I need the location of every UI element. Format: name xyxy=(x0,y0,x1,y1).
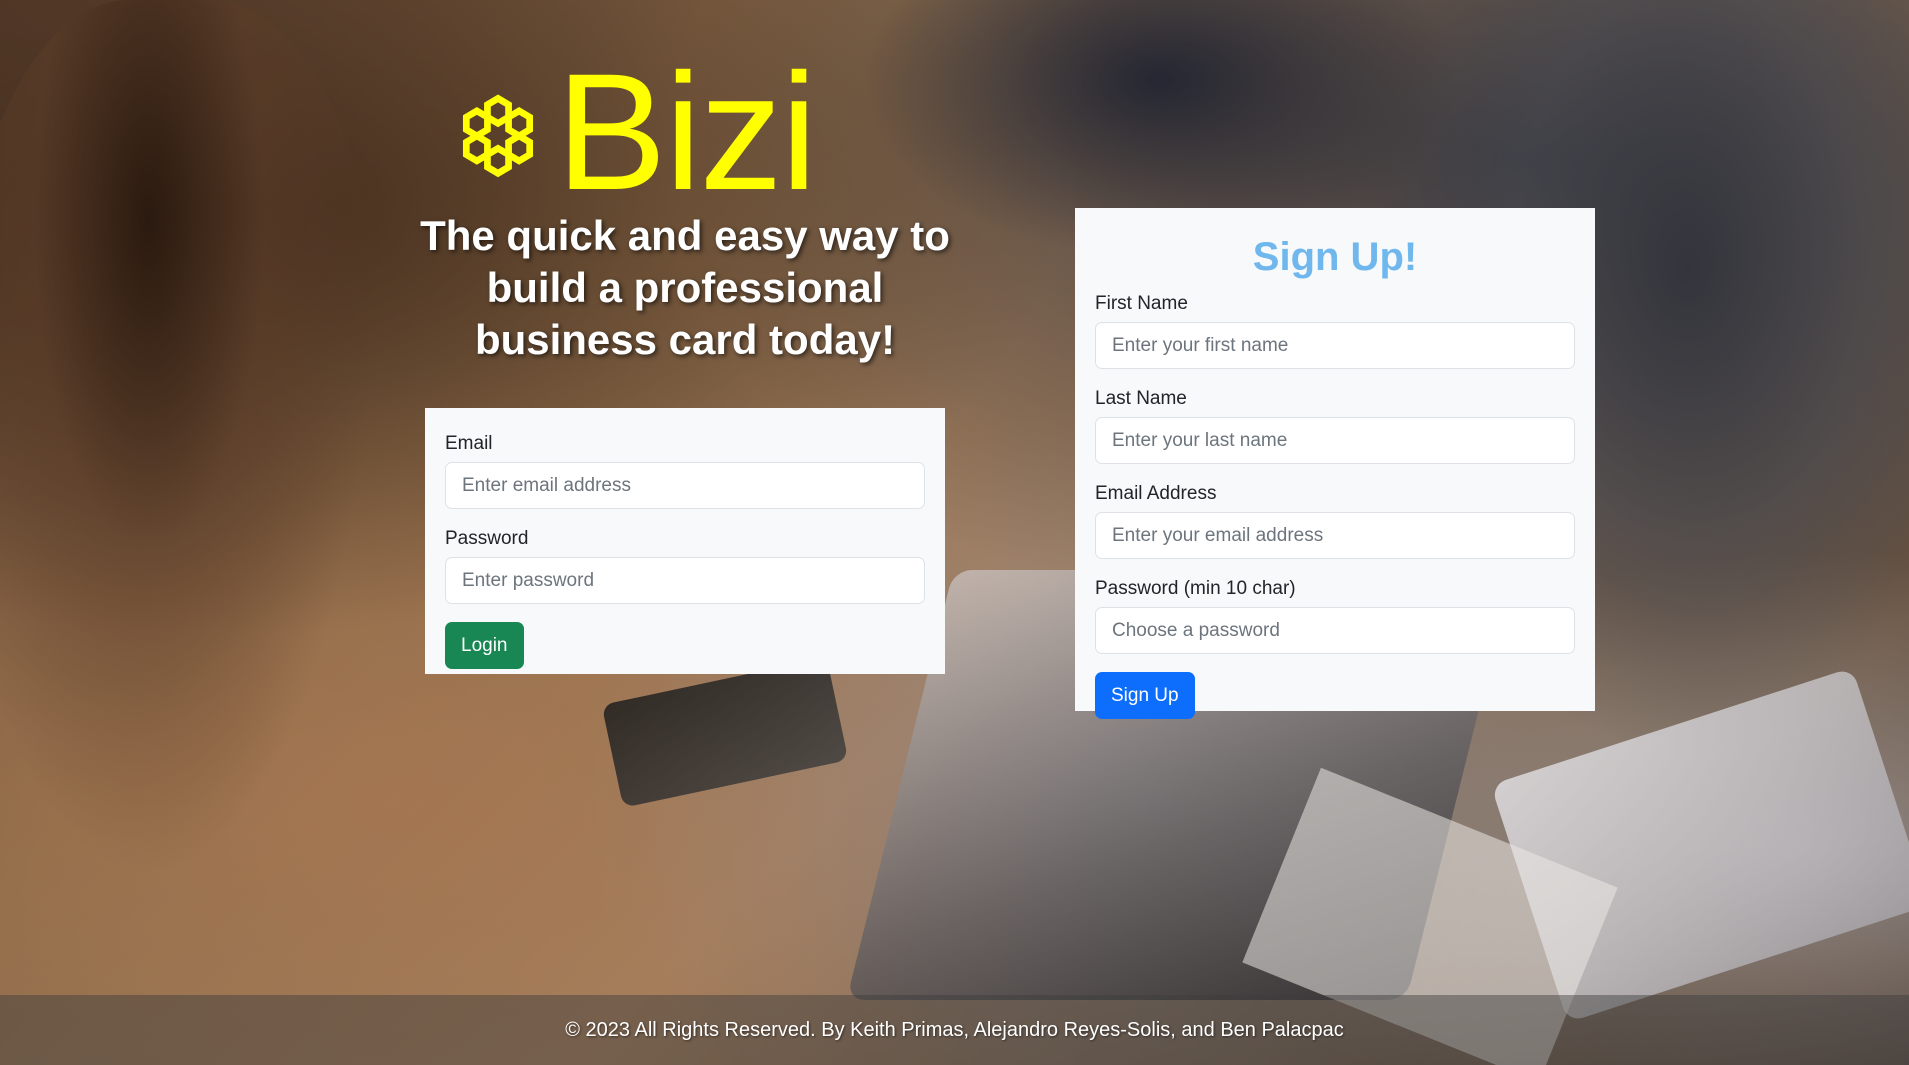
signup-form: Sign Up! First Name Last Name Email Addr… xyxy=(1075,208,1595,719)
brand-name: Bizi xyxy=(556,40,817,225)
signup-password-input[interactable] xyxy=(1095,607,1575,654)
brand-logo: Bizi xyxy=(450,40,817,225)
tagline: The quick and easy way to build a profes… xyxy=(420,212,950,363)
first-name-input[interactable] xyxy=(1095,322,1575,369)
login-password-label: Password xyxy=(445,528,529,549)
login-email-input[interactable] xyxy=(445,462,925,509)
footer-copyright: © 2023 All Rights Reserved. By Keith Pri… xyxy=(565,1018,1344,1041)
signup-email-input[interactable] xyxy=(1095,512,1575,559)
signup-password-label: Password (min 10 char) xyxy=(1095,578,1296,599)
honeycomb-icon xyxy=(462,94,534,178)
signup-email-label: Email Address xyxy=(1095,483,1217,504)
first-name-label: First Name xyxy=(1095,293,1188,314)
last-name-input[interactable] xyxy=(1095,417,1575,464)
login-form: Email Password Login xyxy=(425,408,945,674)
login-password-input[interactable] xyxy=(445,557,925,604)
login-email-label: Email xyxy=(445,433,493,454)
login-button[interactable]: Login xyxy=(445,622,524,669)
signup-button[interactable]: Sign Up xyxy=(1095,672,1195,719)
background-photo-phone xyxy=(601,657,849,808)
landing-page: Bizi The quick and easy way to build a p… xyxy=(0,0,1909,1065)
last-name-label: Last Name xyxy=(1095,388,1187,409)
background-photo-person-left xyxy=(0,0,380,880)
footer: © 2023 All Rights Reserved. By Keith Pri… xyxy=(0,995,1909,1065)
signup-title: Sign Up! xyxy=(1252,235,1418,279)
